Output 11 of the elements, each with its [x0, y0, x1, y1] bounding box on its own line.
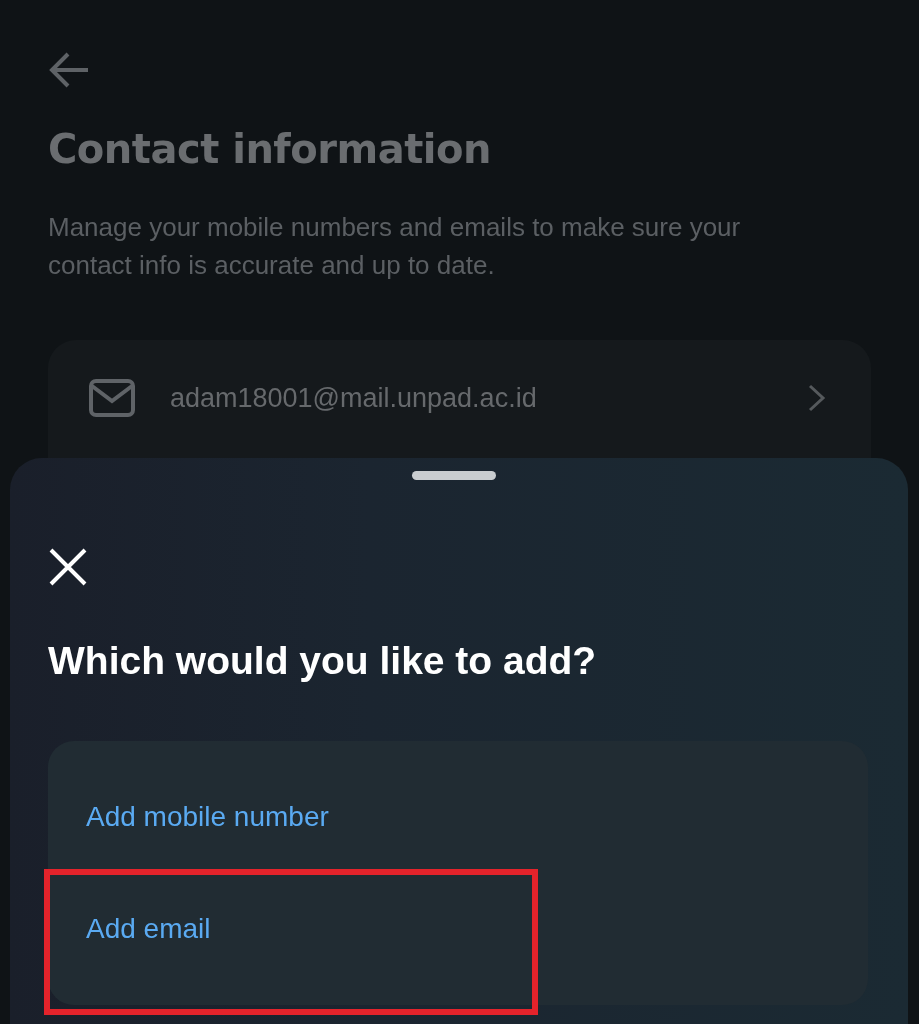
drag-handle[interactable]: [412, 471, 496, 480]
back-arrow-icon[interactable]: [48, 50, 90, 90]
sheet-heading: Which would you like to add?: [48, 639, 598, 683]
envelope-icon: [88, 378, 136, 418]
option-button[interactable]: Add email: [48, 873, 868, 985]
page-description: Manage your mobile numbers and emails to make sure your contact info is accurate and up to date.: [48, 211, 742, 282]
page-title: Contact information: [48, 126, 492, 172]
contact-value: adam18001@mail.unpad.ac.id: [170, 382, 538, 414]
option-button[interactable]: Add mobile number: [48, 761, 868, 873]
chevron-icon: [807, 383, 827, 413]
close-icon[interactable]: [48, 547, 88, 587]
